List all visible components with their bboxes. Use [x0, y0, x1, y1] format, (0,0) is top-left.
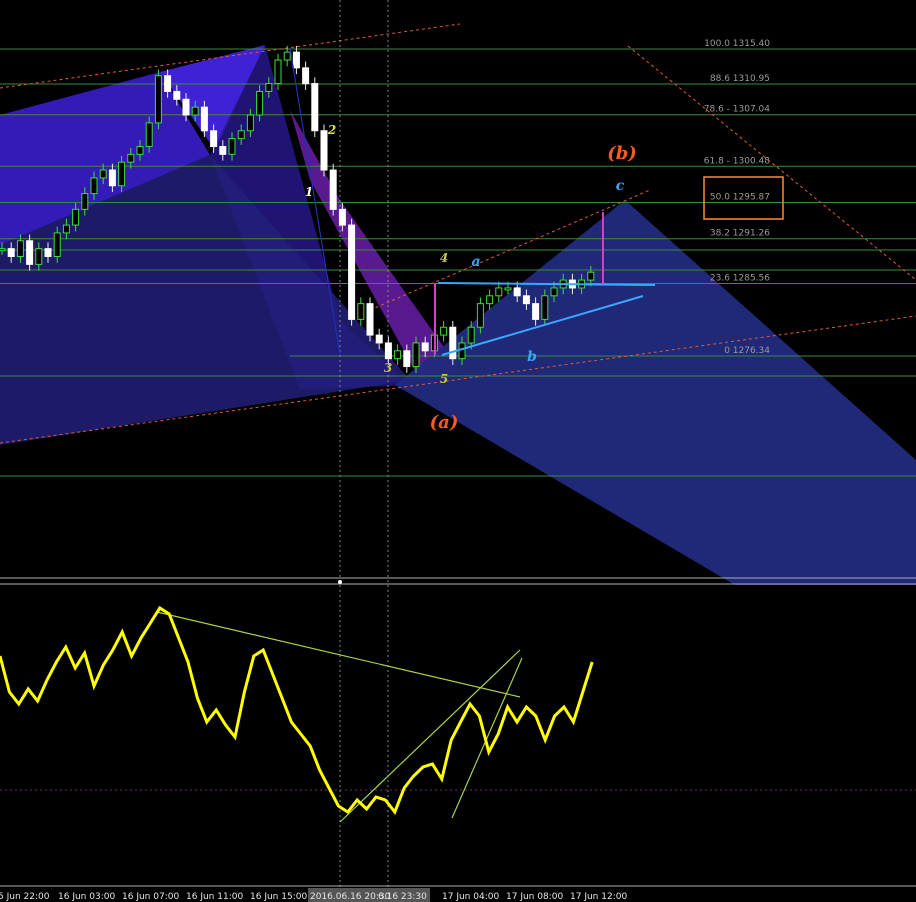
fib-label-1: 88.6 1310.95: [710, 74, 770, 84]
candle-body-19: [173, 90, 181, 100]
candle-body-39: [357, 303, 365, 320]
time-axis-label-3: 16 Jun 11:00: [186, 892, 243, 902]
wave-label-7: c: [616, 178, 625, 194]
candle-body-45: [412, 342, 420, 368]
candle-body-1: [7, 248, 15, 257]
candle-body-34: [311, 83, 319, 132]
candle-body-21: [191, 106, 199, 116]
candle-body-3: [26, 240, 34, 265]
candle-body-33: [302, 67, 310, 85]
candle-body-53: [486, 295, 494, 305]
candle-body-27: [246, 114, 254, 132]
candle-body-13: [118, 161, 126, 187]
candle-body-6: [53, 232, 61, 257]
wave-label-5: a: [471, 254, 480, 270]
fib-label-6: 23.6 1285.56: [710, 274, 770, 284]
candle-body-17: [154, 75, 162, 124]
candle-body-12: [108, 169, 116, 187]
candle-body-14: [127, 153, 135, 163]
candle-body-41: [375, 334, 383, 344]
candle-body-64: [587, 271, 595, 281]
fib-label-2: 78.6 - 1307.04: [704, 105, 770, 115]
candle-body-32: [292, 51, 300, 69]
candle-body-10: [90, 177, 98, 195]
candle-body-30: [274, 59, 282, 85]
candle-body-48: [440, 326, 448, 336]
candle-body-16: [145, 122, 153, 147]
candle-body-49: [449, 326, 457, 360]
candle-body-2: [16, 240, 24, 257]
candle-body-29: [265, 83, 273, 92]
crosshair-labels: 2016.06.16 20:306.16 23:30: [308, 888, 430, 902]
candle-body-5: [44, 248, 52, 257]
candle-body-60: [550, 287, 558, 297]
wave-label-0: 1: [305, 185, 313, 199]
time-axis-label-4: 16 Jun 15:00: [250, 892, 307, 902]
time-axis-label-1: 16 Jun 03:00: [58, 892, 115, 902]
wave-label-9: (b): [607, 143, 637, 164]
candle-body-52: [476, 303, 484, 328]
candle-body-22: [200, 106, 208, 132]
time-axis-label-7: 17 Jun 12:00: [570, 892, 627, 902]
wave-label-6: b: [527, 349, 537, 365]
candle-body-40: [366, 303, 374, 336]
time-axis-label-2: 16 Jun 07:00: [122, 892, 179, 902]
candle-body-38: [348, 224, 356, 320]
candle-body-42: [384, 342, 392, 360]
candle-body-28: [256, 90, 264, 116]
candle-body-58: [532, 303, 540, 320]
candle-body-46: [421, 342, 429, 352]
candle-body-23: [210, 130, 218, 147]
candle-body-4: [35, 248, 43, 265]
candle-body-15: [136, 145, 144, 155]
fib-label-4: 50.0 1295.87: [710, 193, 770, 203]
candle-body-20: [182, 98, 190, 116]
wave-label-8: (a): [430, 412, 459, 433]
candle-body-26: [237, 130, 245, 140]
wave-label-1: 2: [327, 123, 336, 137]
candle-body-37: [338, 208, 346, 226]
wave-label-4: 5: [440, 372, 448, 386]
candle-body-57: [522, 295, 530, 305]
candle-body-31: [283, 51, 291, 61]
candle-body-7: [62, 224, 70, 234]
fib-label-5: 38.2 1291.26: [710, 229, 770, 239]
fib-label-3: 61.8 - 1300.48: [704, 156, 770, 166]
candle-body-11: [99, 169, 107, 179]
fib-label-0: 100.0 1315.40: [704, 39, 770, 49]
candle-body-44: [403, 350, 411, 368]
time-axis-label-5: 17 Jun 04:00: [442, 892, 499, 902]
candle-body-9: [81, 193, 89, 210]
wave-label-2: 3: [384, 361, 392, 375]
candle-body-24: [219, 145, 227, 155]
crosshair-label-1: 6.16 23:30: [378, 892, 427, 902]
candle-body-51: [467, 326, 475, 344]
candle-body-35: [320, 130, 328, 171]
candle-body-55: [504, 287, 512, 291]
candle-body-43: [394, 350, 402, 360]
chart-canvas: 100.0 1315.40 88.6 1310.95 78.6 - 1307.04 6…: [0, 0, 916, 902]
candle-body-18: [164, 75, 172, 92]
candle-body-8: [72, 208, 80, 226]
candle-body-0: [0, 248, 6, 252]
time-axis-label-6: 17 Jun 08:00: [506, 892, 563, 902]
candle-body-56: [513, 287, 521, 297]
fib-label-7: 0 1276.34: [724, 346, 770, 356]
candle-body-59: [541, 295, 549, 320]
candle-body-36: [329, 169, 337, 210]
candle-body-25: [228, 138, 236, 155]
candle-body-54: [495, 287, 503, 297]
candle-body-50: [458, 342, 466, 360]
wave-label-3: 4: [440, 251, 448, 265]
separator-handle[interactable]: [338, 580, 342, 584]
time-axis-label-0: 5 Jun 22:00: [0, 892, 50, 902]
